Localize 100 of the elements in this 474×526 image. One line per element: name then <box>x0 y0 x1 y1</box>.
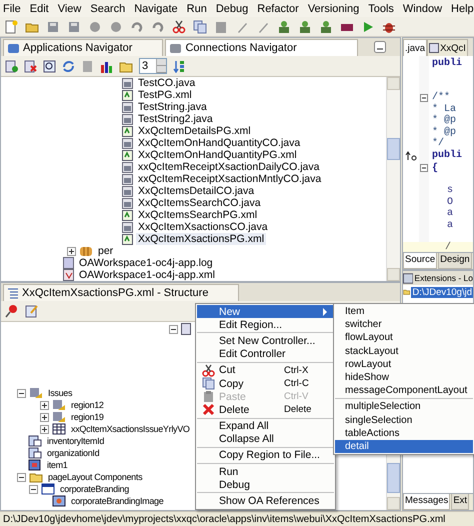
save-icon[interactable] <box>46 20 60 34</box>
new-file-icon[interactable] <box>4 20 18 34</box>
tree-node[interactable]: XxQcItemDetailsPG.xml <box>136 125 253 137</box>
navigator-tab[interactable]: Connections Navigator <box>165 39 358 56</box>
context-menu-item[interactable]: Delete Delete <box>197 403 334 416</box>
tree-node[interactable]: XxQcItemsSearchCO.java <box>136 197 263 209</box>
context-menu-item[interactable]: Edit Region... <box>197 318 334 332</box>
submenu-item[interactable]: switcher <box>335 318 473 332</box>
view-tab[interactable]: Design <box>438 253 472 269</box>
expander-icon[interactable] <box>169 324 178 334</box>
context-menu-item[interactable]: Collapse All <box>197 432 334 446</box>
expander-icon[interactable] <box>40 412 49 422</box>
editor-tab[interactable]: .java <box>403 39 428 56</box>
tree-node[interactable]: xxQcItemReceiptXsactionDailyCO.java <box>136 161 322 173</box>
navigator-tab[interactable]: Applications Navigator <box>3 39 164 56</box>
expander-icon[interactable] <box>40 400 49 410</box>
search-icon[interactable] <box>43 60 56 72</box>
tree-node[interactable]: XxQcItemOnHandQuantityPG.xml <box>136 149 299 161</box>
pin-icon[interactable] <box>5 304 19 318</box>
editor-tab[interactable]: XxQcI <box>427 39 468 56</box>
submenu-item[interactable]: messageComponentLayout <box>335 384 473 398</box>
expander-icon[interactable] <box>17 472 26 482</box>
structure-node[interactable]: organizationId <box>45 447 102 459</box>
scrollbar[interactable] <box>386 77 400 281</box>
fold-icon[interactable] <box>420 94 428 102</box>
refresh-icon[interactable] <box>62 60 75 72</box>
menubar-menu[interactable]: Search <box>90 2 126 14</box>
context-menu-item[interactable]: Cut Ctrl-X <box>197 364 334 377</box>
structure-node[interactable]: pageLayout Components <box>46 471 144 483</box>
menubar-menu[interactable]: Help <box>451 2 474 14</box>
tree-node[interactable]: XxQcItemsSearchPG.xml <box>136 209 260 221</box>
tree-node[interactable]: XxQcItemOnHandQuantityCO.java <box>136 137 302 149</box>
submenu-item[interactable]: multipleSelection <box>335 400 473 414</box>
context-menu-item[interactable]: Run <box>197 465 334 478</box>
menubar-menu[interactable]: Debug <box>216 2 248 14</box>
tree-node[interactable]: TestString.java <box>136 101 209 113</box>
submenu-item[interactable]: Item <box>335 305 473 318</box>
menubar-menu[interactable]: Navigate <box>134 2 178 14</box>
submenu-item[interactable]: flowLayout <box>335 331 473 345</box>
tree-node[interactable]: OAWorkspace1-oc4j-app.log <box>77 257 215 269</box>
structure-node[interactable]: xxQcItemXsactionsIssueYrlyVO <box>69 423 192 435</box>
structure-tab[interactable]: XxQcItemXsactionsPG.xml - Structure <box>3 284 240 301</box>
submenu-item[interactable]: tableActions <box>335 426 473 440</box>
level-spinner[interactable]: 3 <box>139 58 168 74</box>
paste-icon[interactable] <box>214 20 228 34</box>
structure-node[interactable]: region19 <box>69 411 106 423</box>
submenu-item[interactable]: detail <box>335 440 473 454</box>
menubar-menu[interactable]: Versioning <box>308 2 360 14</box>
submenu-item[interactable]: rowLayout <box>335 358 473 371</box>
menubar-menu[interactable]: Refactor <box>257 2 299 14</box>
copy-icon[interactable] <box>193 20 207 34</box>
tree-node[interactable]: xxQcItemReceiptXsactionMntlyCO.java <box>136 173 324 185</box>
folder-icon[interactable] <box>119 60 133 72</box>
save-all-icon[interactable] <box>67 20 81 34</box>
tree-node[interactable]: XxQcItemsDetailCO.java <box>136 185 256 197</box>
edit-icon[interactable] <box>25 304 39 318</box>
context-menu-item[interactable]: Set New Controller... <box>197 334 334 348</box>
expander-icon[interactable] <box>17 388 26 398</box>
minimize-icon[interactable] <box>374 41 386 53</box>
menubar-menu[interactable]: File <box>3 2 21 14</box>
tree-node[interactable]: TestCO.java <box>136 77 198 89</box>
tree-node[interactable]: TestPG.xml <box>136 89 194 101</box>
view-tab[interactable]: Source <box>403 253 438 269</box>
context-menu-item[interactable]: Expand All <box>197 420 334 433</box>
context-menu-item[interactable]: Debug <box>197 478 334 492</box>
expander-icon[interactable] <box>67 246 76 256</box>
context-menu-item[interactable]: Copy Ctrl-C <box>197 376 334 390</box>
log-tab[interactable]: Ext <box>451 494 470 510</box>
add-icon[interactable] <box>5 60 18 72</box>
structure-node[interactable]: inventoryItemId <box>45 435 106 447</box>
menubar-menu[interactable]: View <box>58 2 82 14</box>
expander-icon[interactable] <box>40 424 49 434</box>
log-tab[interactable]: Messages <box>403 494 450 510</box>
structure-node[interactable]: corporateBrandingImage <box>69 495 166 507</box>
tree-node[interactable]: per <box>96 245 116 257</box>
menubar-menu[interactable]: Window <box>402 2 442 14</box>
run-icon[interactable] <box>361 20 375 34</box>
sort-icon[interactable] <box>173 60 186 72</box>
context-menu-item[interactable]: Edit Controller <box>197 348 334 361</box>
tree-node[interactable]: XxQcItemXsactionsCO.java <box>136 221 270 233</box>
tree-node[interactable]: XxQcItemXsactionsPG.xml <box>136 233 266 245</box>
fold-icon[interactable] <box>420 164 428 172</box>
context-menu-item[interactable]: Copy Region to File... <box>197 448 334 462</box>
submenu-item[interactable]: hideShow <box>335 370 473 384</box>
menubar-menu[interactable]: Run <box>186 2 207 14</box>
context-menu-item[interactable]: Show OA References <box>197 494 334 508</box>
redo-icon[interactable] <box>151 20 165 34</box>
undo-icon[interactable] <box>130 20 144 34</box>
scrollbar-thumb[interactable] <box>387 463 400 493</box>
submenu-item[interactable]: stackLayout <box>335 344 473 358</box>
expander-icon[interactable] <box>29 484 38 494</box>
structure-node[interactable]: corporateBranding <box>58 483 131 495</box>
tree-node[interactable]: OAWorkspace1-oc4j-app.xml <box>77 269 217 281</box>
context-menu-item[interactable]: New <box>197 305 334 318</box>
menubar-menu[interactable]: Edit <box>30 2 49 14</box>
menubar-menu[interactable]: Tools <box>368 2 394 14</box>
submenu-item[interactable]: singleSelection <box>335 414 473 427</box>
tree-node[interactable]: TestString2.java <box>136 113 215 125</box>
scissors-icon[interactable] <box>172 20 186 34</box>
bar-chart-icon[interactable] <box>100 60 113 72</box>
